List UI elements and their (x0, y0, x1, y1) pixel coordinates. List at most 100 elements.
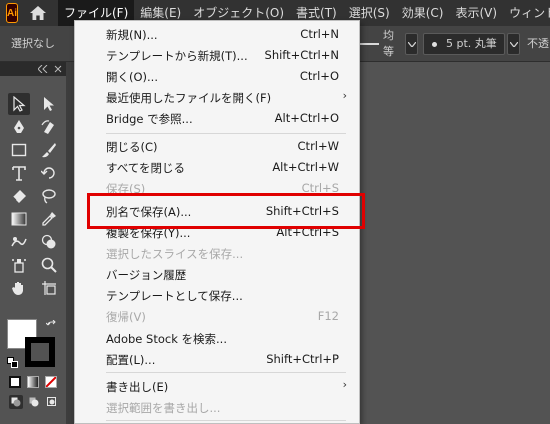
stroke-profile-chevron[interactable] (405, 33, 418, 55)
hand-icon (12, 282, 23, 295)
menu-save-selected-slices[interactable]: 選択したスライスを保存... (75, 243, 359, 264)
stroke-swatch[interactable] (25, 337, 55, 367)
lasso-tool[interactable] (38, 185, 60, 207)
rotate-tool[interactable] (38, 162, 60, 184)
selection-arrow-icon (13, 96, 26, 112)
menu-item-label: 選択範囲を書き出し... (106, 401, 221, 415)
color-mode-button[interactable] (9, 376, 21, 388)
selection-tool[interactable] (8, 93, 30, 115)
submenu-arrow-icon: › (342, 89, 347, 102)
menu-item-label: 復帰(V) (106, 310, 146, 324)
menu-close[interactable]: 閉じる(C) Ctrl+W (75, 136, 359, 157)
draw-normal-button[interactable] (9, 395, 23, 409)
menu-item-label: 配置(L)... (106, 353, 156, 367)
menu-item-label: Adobe Stock を検索... (106, 332, 227, 346)
menu-open[interactable]: 開く(O)... Ctrl+O (75, 66, 359, 87)
menu-item-label: Bridge で参照... (106, 112, 193, 126)
menu-item-label: 新規(N)... (106, 28, 158, 42)
draw-behind-icon (29, 397, 39, 407)
menu-separator (106, 133, 346, 134)
brush-select[interactable]: 5 pt. 丸筆 (423, 33, 505, 55)
brush-label: 5 pt. 丸筆 (446, 37, 497, 50)
menu-item-shortcut: Shift+Ctrl+N (264, 48, 339, 62)
menu-effect[interactable]: 効果(C) (396, 0, 450, 26)
curvature-tool[interactable] (38, 116, 60, 138)
menu-place[interactable]: 配置(L)... Shift+Ctrl+P (75, 349, 359, 370)
menu-item-shortcut: Ctrl+W (297, 139, 339, 153)
menu-item-shortcut: F12 (317, 309, 339, 323)
save-as-highlight-box (87, 193, 365, 229)
puppet-warp-tool[interactable] (8, 231, 30, 253)
brush-chevron[interactable] (507, 33, 520, 55)
menu-search-adobe-stock[interactable]: Adobe Stock を検索... (75, 328, 359, 349)
selection-status: 選択なし (11, 37, 55, 50)
menu-separator (106, 420, 346, 421)
illustrator-logo: Ai (6, 3, 18, 23)
none-mode-button[interactable] (45, 376, 57, 388)
paintbrush-tool[interactable] (38, 139, 60, 161)
stroke-profile-label: 均等 (383, 29, 394, 58)
collapse-icon (38, 65, 48, 73)
puppet-warp-icon (11, 237, 27, 247)
menu-window[interactable]: ウィンド (503, 0, 550, 26)
menu-close-all[interactable]: すべてを閉じる Alt+Ctrl+W (75, 157, 359, 178)
menu-item-label: 最近使用したファイルを開く(F) (106, 91, 272, 105)
pen-tool[interactable] (8, 116, 30, 138)
menu-export[interactable]: 書き出し(E) › (75, 376, 359, 397)
none-slash-icon (46, 377, 56, 387)
draw-inside-button[interactable] (45, 395, 59, 409)
paintbrush-icon (42, 143, 56, 158)
eyedropper-icon (42, 212, 56, 226)
menu-open-recent[interactable]: 最近使用したファイルを開く(F) › (75, 87, 359, 108)
menu-item-shortcut: Alt+Ctrl+O (274, 111, 339, 125)
eyedropper-tool[interactable] (38, 208, 60, 230)
default-colors-icon[interactable] (7, 357, 18, 368)
draw-inside-icon (47, 397, 56, 406)
menu-revert[interactable]: 復帰(V) F12 (75, 306, 359, 327)
lasso-icon (42, 189, 56, 204)
menu-item-label: 閉じる(C) (106, 140, 158, 154)
draw-behind-button[interactable] (27, 395, 41, 409)
symbol-sprayer-icon (12, 259, 26, 273)
type-tool[interactable] (8, 162, 30, 184)
menu-item-label: 選択したスライスを保存... (106, 247, 244, 261)
menu-item-shortcut: Shift+Ctrl+P (266, 352, 339, 366)
chevron-down-icon (407, 41, 416, 47)
eraser-tool[interactable] (8, 185, 30, 207)
shape-builder-icon (41, 234, 56, 249)
rotate-icon (41, 167, 55, 179)
type-icon (12, 166, 26, 181)
menu-new-from-template[interactable]: テンプレートから新規(T)... Shift+Ctrl+N (75, 45, 359, 66)
menu-item-shortcut: Ctrl+N (300, 27, 339, 41)
menu-version-history[interactable]: バージョン履歴 (75, 264, 359, 285)
menu-export-selection[interactable]: 選択範囲を書き出し... (75, 397, 359, 418)
menu-item-label: テンプレートとして保存... (106, 289, 243, 303)
shape-builder-tool[interactable] (38, 231, 60, 253)
menu-item-label: バージョン履歴 (106, 268, 187, 282)
stroke-profile-select[interactable]: 均等 (356, 29, 404, 58)
home-button[interactable] (30, 2, 46, 24)
gradient-tool[interactable] (8, 208, 30, 230)
draw-normal-icon (11, 397, 21, 407)
panel-divider (66, 62, 74, 424)
swap-fill-stroke-icon[interactable] (46, 320, 58, 332)
menu-item-label: 書き出し(E) (106, 380, 169, 394)
menu-item-shortcut: Alt+Ctrl+W (272, 160, 339, 174)
artboard-icon (42, 281, 56, 295)
hand-tool[interactable] (8, 277, 30, 299)
symbol-sprayer-tool[interactable] (8, 254, 30, 276)
zoom-tool[interactable] (38, 254, 60, 276)
zoom-icon (41, 257, 57, 273)
menu-save-as-template[interactable]: テンプレートとして保存... (75, 285, 359, 306)
direct-selection-icon (44, 97, 54, 111)
menu-browse-bridge[interactable]: Bridge で参照... Alt+Ctrl+O (75, 108, 359, 129)
rectangle-tool[interactable] (8, 139, 30, 161)
menu-new[interactable]: 新規(N)... Ctrl+N (75, 24, 359, 45)
artboard-tool[interactable] (38, 277, 60, 299)
toolbar-header[interactable] (0, 62, 66, 76)
menu-view[interactable]: 表示(V) (449, 0, 503, 26)
opacity-label: 不透 (527, 37, 549, 50)
pen-icon (14, 120, 24, 133)
gradient-mode-button[interactable] (27, 376, 39, 388)
direct-selection-tool[interactable] (38, 93, 60, 115)
